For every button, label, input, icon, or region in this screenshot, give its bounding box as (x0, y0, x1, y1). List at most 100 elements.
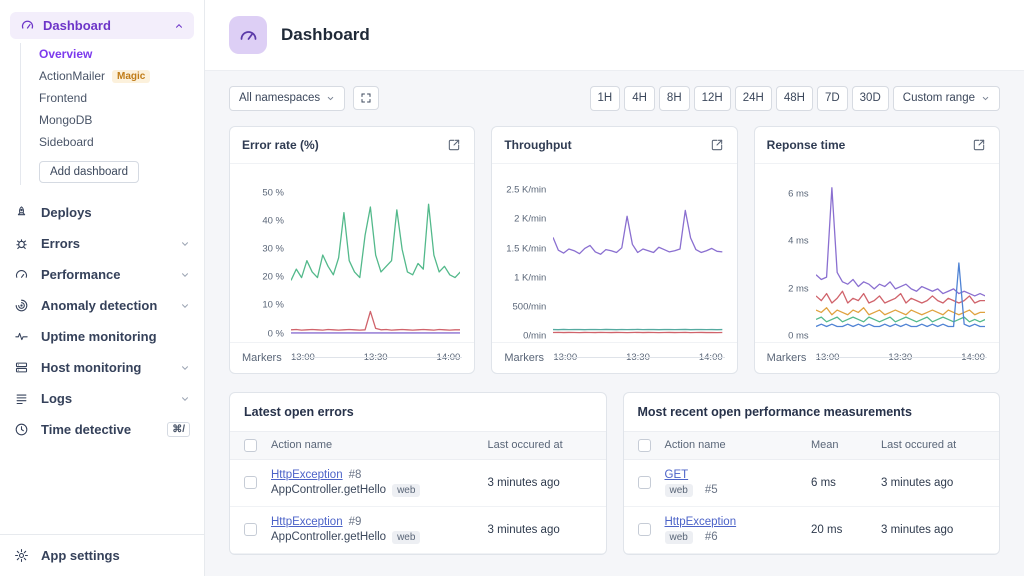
action-name: AppController.getHello (271, 531, 386, 543)
series-line-throughput-web (553, 210, 722, 254)
sidebar-item-errors[interactable]: Errors (0, 228, 204, 259)
sidebar-dashboard-label: Dashboard (43, 18, 111, 33)
range-button-48h[interactable]: 48H (776, 86, 813, 111)
content: All namespaces 1H 4H 8H 12H 24H 48H 7D 3… (205, 71, 1024, 576)
mean-value: 6 ms (811, 477, 881, 489)
sidebar-item-logs[interactable]: Logs (0, 383, 204, 414)
measurement-number: #6 (705, 531, 718, 543)
row-checkbox[interactable] (244, 523, 257, 536)
chevron-down-icon[interactable] (180, 363, 190, 373)
markers-track[interactable] (554, 357, 725, 358)
sidebar-item-deploys[interactable]: Deploys (0, 197, 204, 228)
column-header-last-occured: Last occured at (488, 439, 592, 451)
tables-row: Latest open errors Action name Last occu… (229, 392, 1000, 555)
y-tick-label: 50 % (262, 187, 284, 198)
namespace-badge: web (392, 484, 420, 497)
keyboard-shortcut-badge: ⌘/ (167, 422, 190, 437)
range-button-12h[interactable]: 12H (694, 86, 731, 111)
measurement-link[interactable]: HttpException (665, 516, 737, 528)
table-row[interactable]: HttpException web#6 20 ms 3 minutes ago (624, 507, 1000, 554)
dashboard-icon (20, 18, 35, 33)
column-header-action-name: Action name (271, 439, 488, 451)
sidebar-item-sideboard[interactable]: Sideboard (39, 131, 204, 153)
export-icon (710, 138, 724, 152)
y-tick-label: 0 ms (788, 330, 809, 341)
export-chart-button[interactable] (709, 137, 725, 153)
y-tick-label: 40 % (262, 215, 284, 226)
sidebar-item-overview[interactable]: Overview (39, 43, 204, 65)
markers-track[interactable] (292, 357, 463, 358)
export-chart-button[interactable] (971, 137, 987, 153)
dashboard-sub-list: Overview ActionMailerMagic Frontend Mong… (20, 43, 204, 185)
add-dashboard-button[interactable]: Add dashboard (39, 161, 139, 183)
row-checkbox[interactable] (638, 523, 651, 536)
range-button-4h[interactable]: 4H (624, 86, 655, 111)
y-tick-label: 0/min (523, 331, 546, 342)
y-tick-label: 0 % (268, 328, 284, 339)
time-range-group: 1H 4H 8H 12H 24H 48H 7D 30D Custom range (590, 86, 1000, 111)
magic-badge: Magic (112, 70, 150, 83)
sidebar-item-uptime-monitoring[interactable]: Uptime monitoring (0, 321, 204, 352)
sidebar-item-host-monitoring[interactable]: Host monitoring (0, 352, 204, 383)
namespace-badge: web (665, 484, 693, 497)
logs-icon (14, 391, 29, 406)
y-tick-label: 500/min (513, 302, 547, 313)
y-tick-label: 20 % (262, 272, 284, 283)
custom-range-dropdown[interactable]: Custom range (893, 86, 1000, 111)
column-header-action-name: Action name (665, 439, 812, 451)
sidebar-item-performance[interactable]: Performance (0, 259, 204, 290)
y-tick-label: 30 % (262, 244, 284, 255)
action-name: AppController.getHello (271, 484, 386, 496)
chevron-down-icon[interactable] (180, 301, 190, 311)
sidebar-item-dashboard[interactable]: Dashboard (10, 12, 194, 39)
error-link[interactable]: HttpException (271, 469, 343, 481)
chart-title: Error rate (%) (242, 138, 319, 152)
plot-area (291, 176, 460, 345)
last-occured-at: 3 minutes ago (881, 477, 985, 489)
charts-row: Error rate (%) 0 %10 %20 %30 %40 %50 %13… (229, 126, 1000, 374)
range-button-24h[interactable]: 24H (735, 86, 772, 111)
chart-card-error-rate: Error rate (%) 0 %10 %20 %30 %40 %50 %13… (229, 126, 475, 374)
sidebar-item-time-detective[interactable]: Time detective ⌘/ (0, 414, 204, 445)
error-link[interactable]: HttpException (271, 516, 343, 528)
select-all-checkbox[interactable] (244, 439, 257, 452)
range-button-8h[interactable]: 8H (659, 86, 690, 111)
latest-open-errors-card: Latest open errors Action name Last occu… (229, 392, 607, 555)
row-checkbox[interactable] (638, 476, 651, 489)
range-button-30d[interactable]: 30D (852, 86, 889, 111)
table-row[interactable]: HttpException#9 AppController.getHellowe… (230, 507, 606, 554)
select-all-checkbox[interactable] (638, 439, 651, 452)
radar-icon (14, 298, 29, 313)
namespace-dropdown[interactable]: All namespaces (229, 86, 345, 111)
table-row[interactable]: GET web #5 6 ms 3 minutes ago (624, 460, 1000, 507)
sidebar-item-anomaly-detection[interactable]: Anomaly detection (0, 290, 204, 321)
measurement-link[interactable]: GET (665, 469, 689, 481)
plot-area (816, 176, 985, 345)
expand-icon (360, 92, 372, 104)
chevron-down-icon[interactable] (180, 270, 190, 280)
namespace-badge: web (392, 531, 420, 544)
chevron-down-icon[interactable] (180, 394, 190, 404)
chevron-down-icon[interactable] (180, 239, 190, 249)
chevron-up-icon[interactable] (174, 21, 184, 31)
sidebar-item-app-settings[interactable]: App settings (0, 534, 204, 576)
page-header: Dashboard (205, 0, 1024, 71)
column-header-last-occured: Last occured at (881, 439, 985, 451)
range-button-1h[interactable]: 1H (590, 86, 621, 111)
markers-track[interactable] (816, 357, 987, 358)
export-chart-button[interactable] (446, 137, 462, 153)
measurement-number: #5 (705, 484, 718, 496)
fullscreen-button[interactable] (353, 86, 379, 110)
sidebar-item-actionmailer[interactable]: ActionMailerMagic (39, 65, 204, 87)
mean-value: 20 ms (811, 524, 881, 536)
table-row[interactable]: HttpException#8 AppController.getHellowe… (230, 460, 606, 507)
y-tick-label: 2 K/min (514, 214, 546, 225)
range-button-7d[interactable]: 7D (817, 86, 848, 111)
markers-label: Markers (242, 352, 282, 364)
table-header-row: Action name Mean Last occured at (624, 431, 1000, 460)
row-checkbox[interactable] (244, 476, 257, 489)
table-header-row: Action name Last occured at (230, 431, 606, 460)
sidebar-item-mongodb[interactable]: MongoDB (39, 109, 204, 131)
sidebar-item-frontend[interactable]: Frontend (39, 87, 204, 109)
y-tick-label: 1.5 K/min (506, 243, 546, 254)
